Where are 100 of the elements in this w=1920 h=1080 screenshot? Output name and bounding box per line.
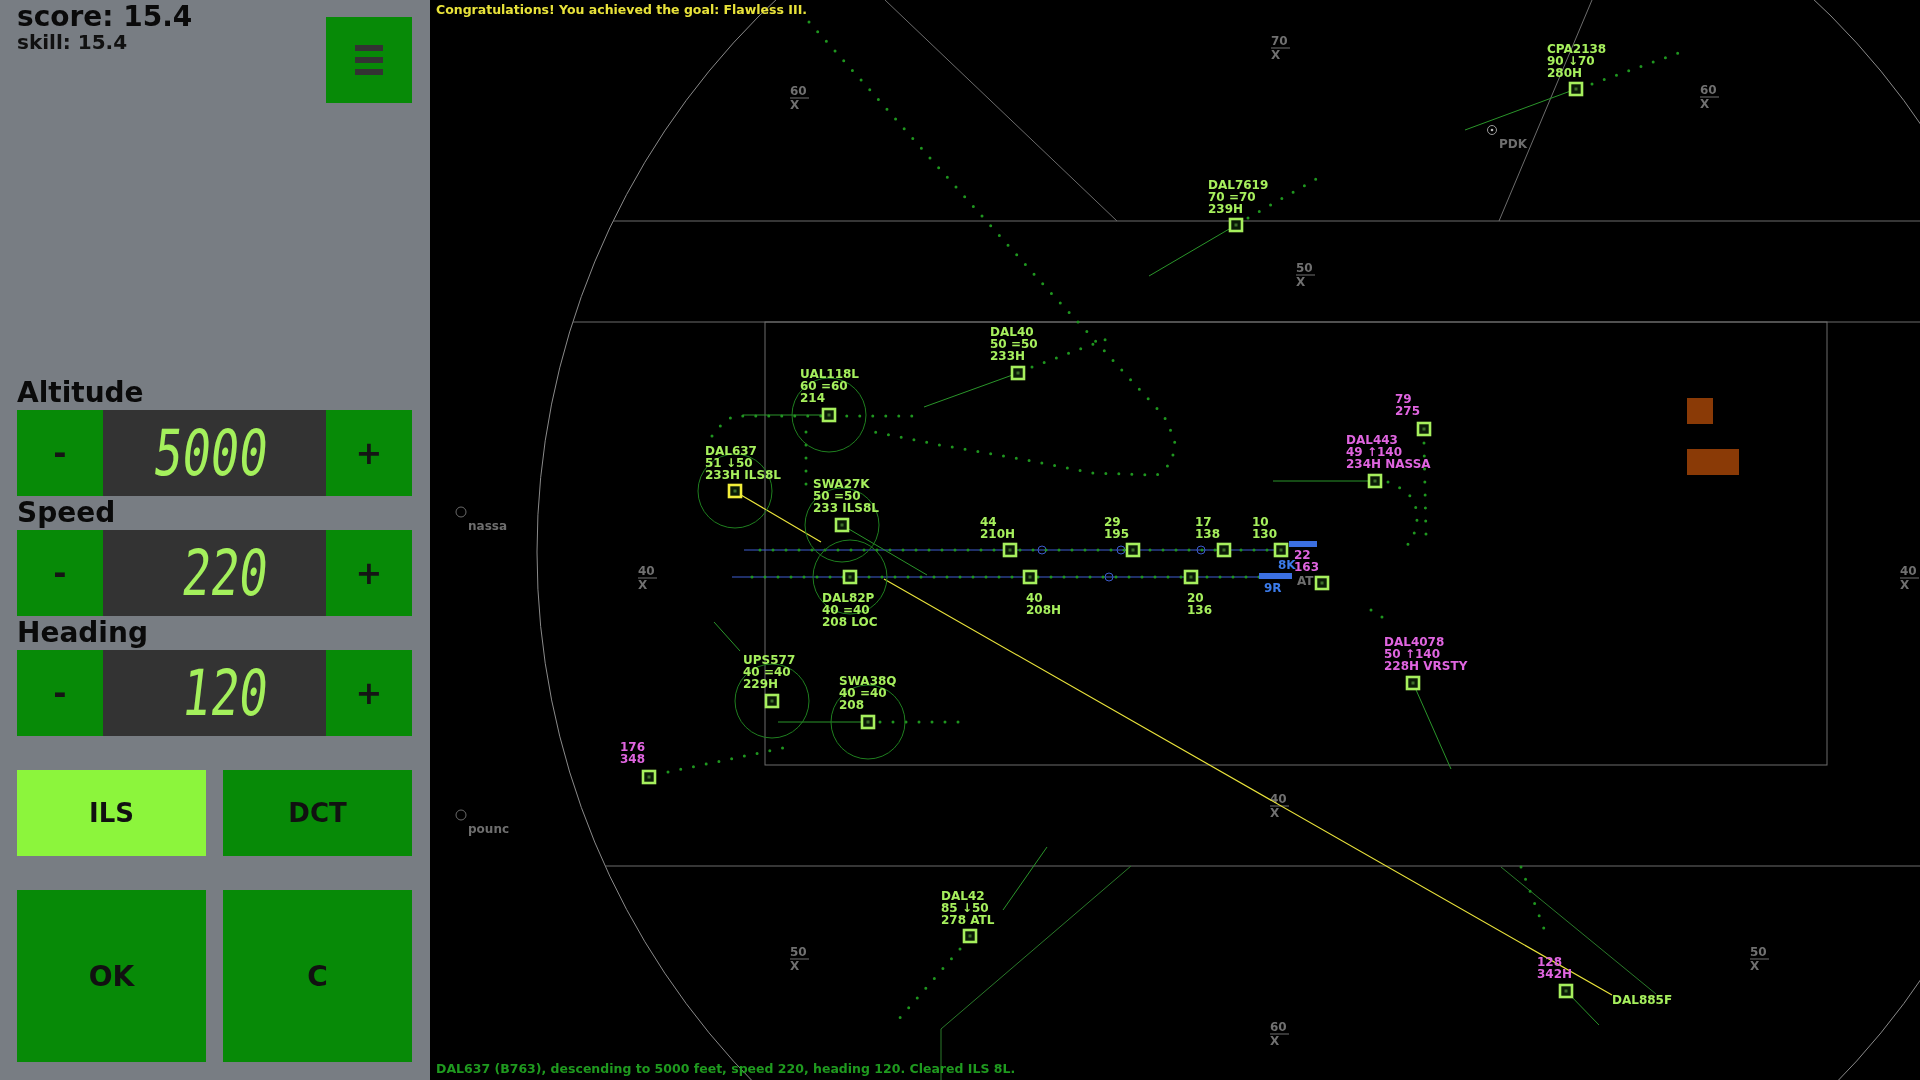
waypoint-icon <box>455 506 467 518</box>
airport-label: AT <box>1297 574 1314 588</box>
aircraft-target-icon[interactable] <box>1568 81 1584 97</box>
flight-trail <box>1386 480 1419 548</box>
score-label: score: 15.4 <box>17 2 193 32</box>
sector-mark-label: X <box>790 98 800 112</box>
sector-altitude-label: 70 <box>1271 34 1288 48</box>
value-readout: 5000 <box>151 421 272 485</box>
sector-mark-label: X <box>1700 97 1710 111</box>
aircraft-label: 20 136 <box>1187 591 1213 617</box>
sector-mark-label: X <box>1296 275 1306 289</box>
aircraft-label: DAL4078 50 ↑140 228H VRSTY <box>1384 635 1468 673</box>
action-button[interactable]: OK <box>17 890 206 1062</box>
runway-strip <box>1289 541 1317 547</box>
aircraft-target-icon[interactable] <box>1125 542 1141 558</box>
sector-mark-label: X <box>1271 48 1281 62</box>
control-label: Speed <box>17 496 117 530</box>
runway-strip <box>1259 573 1292 579</box>
aircraft-label: 176 348 <box>620 740 646 766</box>
sector-mark-label: X <box>638 578 648 592</box>
decrement-button[interactable]: - <box>17 650 103 736</box>
runway-label: 9R <box>1264 581 1282 595</box>
decrement-button[interactable]: - <box>17 530 103 616</box>
sector-altitude-label: 40 <box>1900 564 1917 578</box>
aircraft-target-icon[interactable] <box>1228 217 1244 233</box>
increment-button[interactable]: + <box>326 410 412 496</box>
goal-message: Congratulations! You achieved the goal: Flawless III. <box>436 2 808 17</box>
heading-line <box>1002 846 1048 911</box>
sector-altitude-label: 50 <box>1296 261 1313 275</box>
aircraft-target-icon[interactable] <box>641 769 657 785</box>
control-label: Heading <box>17 616 149 650</box>
aircraft-label: 22 163 <box>1294 548 1320 574</box>
runway-label: 8K <box>1278 558 1296 572</box>
increment-button[interactable]: + <box>326 530 412 616</box>
aircraft-target-icon[interactable] <box>1416 421 1432 437</box>
aircraft-label: CPA2138 90 ↓70 280H <box>1547 42 1607 80</box>
increment-button[interactable]: + <box>326 650 412 736</box>
fix-circle-icon <box>1116 545 1126 555</box>
sector-altitude-label: 50 <box>790 945 807 959</box>
area-block <box>1687 449 1739 475</box>
aircraft-label: 44 210H <box>980 515 1016 541</box>
fix-circle-icon <box>1104 572 1114 582</box>
sector-mark-label: X <box>1750 959 1760 973</box>
aircraft-target-icon[interactable] <box>1183 569 1199 585</box>
menu-button[interactable] <box>326 17 412 103</box>
waypoint-icon <box>455 809 467 821</box>
aircraft-target-icon[interactable] <box>1273 542 1289 558</box>
aircraft-label: 29 195 <box>1104 515 1130 541</box>
aircraft-target-icon[interactable] <box>821 407 837 423</box>
sector-mark-label: X <box>1900 578 1910 592</box>
waypoint-label: nassa <box>468 519 508 533</box>
value-readout: 220 <box>179 541 272 605</box>
waypoint-label: PDK <box>1499 137 1528 151</box>
sector-altitude-label: 60 <box>790 84 807 98</box>
value-readout: 120 <box>179 661 272 725</box>
sector-mark-label: X <box>790 959 800 973</box>
aircraft-target-icon[interactable] <box>842 569 858 585</box>
aircraft-target-icon[interactable] <box>764 693 780 709</box>
fix-circle-icon <box>1196 545 1206 555</box>
aircraft-label: UAL118L 60 =60 214 <box>800 367 859 405</box>
aircraft-target-icon[interactable] <box>1216 542 1232 558</box>
sector-mark-label: X <box>1270 1034 1280 1048</box>
aircraft-label: DAL40 50 =50 233H <box>990 325 1038 363</box>
aircraft-label: DAL885F <box>1612 993 1673 1007</box>
sector-altitude-label: 40 <box>638 564 655 578</box>
aircraft-label: 10 130 <box>1252 515 1278 541</box>
aircraft-label: DAL443 49 ↑140 234H NASSA <box>1346 433 1431 471</box>
sector-mark-label: X <box>1270 806 1280 820</box>
aircraft-label: DAL637 51 ↓50 233H ILS8L <box>705 444 782 482</box>
action-button[interactable]: C <box>223 890 412 1062</box>
sector-altitude-label: 60 <box>1270 1020 1287 1034</box>
aircraft-target-icon[interactable] <box>1002 542 1018 558</box>
aircraft-label: DAL82P 40 =40 208 LOC <box>822 591 878 629</box>
aircraft-label: SWA38Q 40 =40 208 <box>839 674 897 712</box>
aircraft-target-icon[interactable] <box>1314 575 1330 591</box>
menu-icon <box>355 45 383 75</box>
aircraft-label: DAL42 85 ↓50 278 ATL <box>941 889 995 927</box>
decrement-button[interactable]: - <box>17 410 103 496</box>
aircraft-target-icon[interactable] <box>1022 569 1038 585</box>
mode-button[interactable]: DCT <box>223 770 412 856</box>
aircraft-target-icon[interactable] <box>1558 983 1574 999</box>
sector-altitude-label: 40 <box>1270 792 1287 806</box>
waypoint-label: pounc <box>468 822 510 836</box>
skill-label: skill: 15.4 <box>17 32 129 52</box>
fix-circle-icon <box>1037 545 1047 555</box>
sector-altitude-label: 60 <box>1700 83 1717 97</box>
navaid-icon <box>1487 125 1497 135</box>
area-block <box>1687 398 1713 424</box>
aircraft-target-icon[interactable] <box>860 714 876 730</box>
mode-button[interactable]: ILS <box>17 770 206 856</box>
aircraft-target-icon[interactable] <box>727 483 743 499</box>
aircraft-label: 40 208H <box>1026 591 1062 617</box>
aircraft-target-icon[interactable] <box>1367 473 1383 489</box>
aircraft-label: 17 138 <box>1195 515 1221 541</box>
aircraft-target-icon[interactable] <box>1010 365 1026 381</box>
aircraft-target-icon[interactable] <box>834 517 850 533</box>
aircraft-target-icon[interactable] <box>962 928 978 944</box>
aircraft-target-icon[interactable] <box>1405 675 1421 691</box>
sector-altitude-label: 50 <box>1750 945 1767 959</box>
control-label: Altitude <box>17 376 145 410</box>
